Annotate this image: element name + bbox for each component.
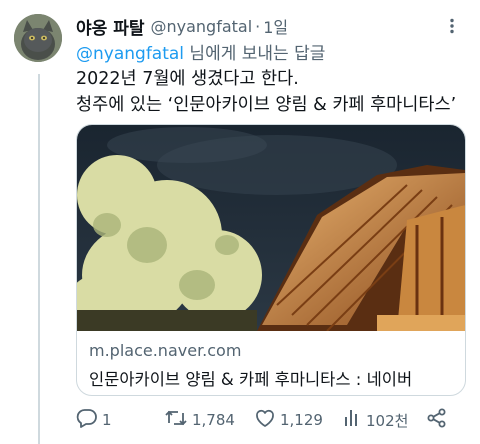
reply-button[interactable]: 1 [76, 405, 112, 435]
action-bar: 1 1,784 1,129 102천 [76, 405, 466, 435]
link-card[interactable]: m.place.naver.com 인문아카이브 양림 & 카페 후마니타스 :… [76, 124, 466, 396]
views-icon [342, 407, 366, 433]
reply-count: 1 [102, 411, 112, 429]
views-count: 102천 [366, 411, 409, 430]
reply-icon [76, 407, 102, 433]
separator: · [255, 16, 261, 36]
display-name[interactable]: 야옹 파탈 [76, 14, 144, 39]
tweet-text-line: 2022년 7월에 생겼다고 한다. [76, 69, 299, 89]
retweet-icon [164, 407, 192, 433]
more-icon[interactable] [442, 16, 462, 36]
reply-to-line: @nyangfatal 님에게 보내는 답글 [76, 39, 325, 64]
views-button[interactable]: 102천 [342, 405, 408, 435]
tweet-header: 야옹 파탈 @nyangfatal · 1일 [76, 14, 470, 39]
like-button[interactable]: 1,129 [254, 405, 323, 435]
retweet-button[interactable]: 1,784 [164, 405, 235, 435]
reply-mention-link[interactable]: @nyangfatal [76, 44, 184, 64]
tweet-text: 2022년 7월에 생겼다고 한다. 청주에 있는 ‘인문아카이브 양림 & 카… [76, 66, 456, 118]
retweet-count: 1,784 [192, 411, 235, 429]
tweet-text-line: 청주에 있는 ‘인문아카이브 양림 & 카페 후마니타스’ [76, 95, 457, 115]
avatar[interactable] [14, 14, 62, 62]
card-title[interactable]: 인문아카이브 양림 & 카페 후마니타스 : 네이버 [89, 366, 412, 390]
share-button[interactable] [426, 405, 452, 435]
card-image[interactable] [77, 125, 465, 331]
timestamp[interactable]: 1일 [263, 14, 288, 38]
thread-line [38, 74, 40, 444]
card-domain: m.place.naver.com [89, 341, 242, 360]
like-icon [254, 407, 280, 433]
like-count: 1,129 [280, 411, 323, 429]
reply-suffix: 님에게 보내는 답글 [184, 44, 326, 64]
share-icon [426, 407, 452, 433]
handle[interactable]: @nyangfatal [150, 17, 252, 36]
